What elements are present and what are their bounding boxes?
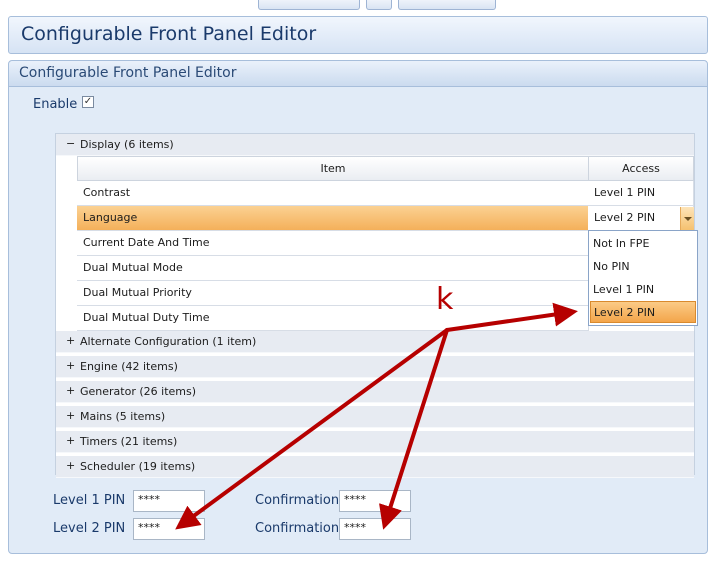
arrow-to-level2-option [445,302,578,332]
annotation-k-label: k [436,282,454,317]
arrow-to-level2-pin [175,328,449,530]
annotation-arrows [175,302,578,530]
arrow-to-level2-confirmation [379,328,449,530]
